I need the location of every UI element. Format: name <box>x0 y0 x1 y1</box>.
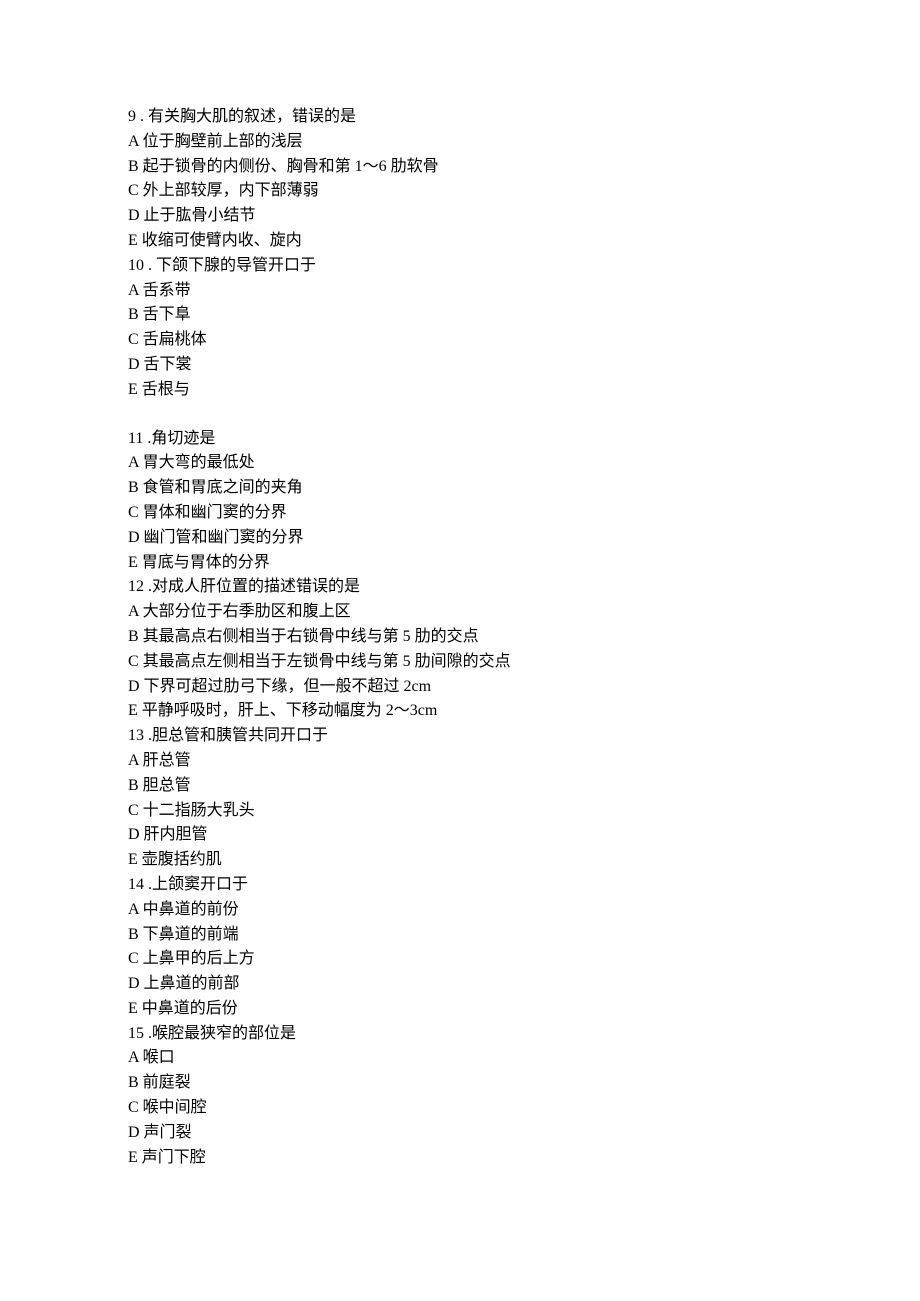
question-15: 15 .喉腔最狭窄的部位是 A 喉口 B 前庭裂 C 喉中间腔 D 声门裂 E … <box>128 1022 920 1171</box>
question-11: 11 .角切迹是 A 胃大弯的最低处 B 食管和胃底之间的夹角 C 胃体和幽门窦… <box>128 427 920 576</box>
option-a: A 大部分位于右季肋区和腹上区 <box>128 600 920 625</box>
question-number: 13 <box>128 727 144 744</box>
option-d: D 止于肱骨小结节 <box>128 204 920 229</box>
option-d: D 下界可超过肋弓下缘，但一般不超过 2cm <box>128 675 920 700</box>
question-number: 9 <box>128 108 136 125</box>
question-sep: . <box>144 578 152 595</box>
question-text: 胆总管和胰管共同开口于 <box>152 727 328 744</box>
option-b: B 前庭裂 <box>128 1071 920 1096</box>
option-c: C 十二指肠大乳头 <box>128 799 920 824</box>
option-d: D 幽门管和幽门窦的分界 <box>128 526 920 551</box>
option-a: A 舌系带 <box>128 279 920 304</box>
option-a: A 中鼻道的前份 <box>128 898 920 923</box>
question-stem: 14 .上颌窦开口于 <box>128 873 920 898</box>
section-gap <box>128 403 920 427</box>
option-c: C 上鼻甲的后上方 <box>128 947 920 972</box>
option-b: B 下鼻道的前端 <box>128 923 920 948</box>
question-stem: 11 .角切迹是 <box>128 427 920 452</box>
option-b: B 舌下阜 <box>128 303 920 328</box>
option-a: A 喉口 <box>128 1046 920 1071</box>
question-sep: . <box>136 108 148 125</box>
option-e: E 平静呼吸时，肝上、下移动幅度为 2～3cm <box>128 699 920 724</box>
option-c: C 喉中间腔 <box>128 1096 920 1121</box>
option-e: E 舌根与 <box>128 378 920 403</box>
option-c: C 胃体和幽门窦的分界 <box>128 501 920 526</box>
question-number: 10 <box>128 257 144 274</box>
option-c: C 舌扁桃体 <box>128 328 920 353</box>
question-10: 10 . 下颌下腺的导管开口于 A 舌系带 B 舌下阜 C 舌扁桃体 D 舌下裳… <box>128 254 920 403</box>
option-d: D 舌下裳 <box>128 353 920 378</box>
question-sep: . <box>144 1025 152 1042</box>
question-text: 下颌下腺的导管开口于 <box>156 257 316 274</box>
option-a: A 胃大弯的最低处 <box>128 451 920 476</box>
question-text: 上颌窦开口于 <box>152 876 248 893</box>
option-c: C 其最高点左侧相当于左锁骨中线与第 5 肋间隙的交点 <box>128 650 920 675</box>
question-stem: 9 . 有关胸大肌的叙述，错误的是 <box>128 105 920 130</box>
option-d: D 肝内胆管 <box>128 823 920 848</box>
question-stem: 13 .胆总管和胰管共同开口于 <box>128 724 920 749</box>
option-e: E 壶腹括约肌 <box>128 848 920 873</box>
option-d: D 声门裂 <box>128 1121 920 1146</box>
question-stem: 15 .喉腔最狭窄的部位是 <box>128 1022 920 1047</box>
question-number: 12 <box>128 578 144 595</box>
question-14: 14 .上颌窦开口于 A 中鼻道的前份 B 下鼻道的前端 C 上鼻甲的后上方 D… <box>128 873 920 1022</box>
option-a: A 肝总管 <box>128 749 920 774</box>
option-e: E 声门下腔 <box>128 1146 920 1171</box>
option-e: E 中鼻道的后份 <box>128 997 920 1022</box>
option-b: B 食管和胃底之间的夹角 <box>128 476 920 501</box>
option-c: C 外上部较厚，内下部薄弱 <box>128 179 920 204</box>
question-sep: . <box>144 876 152 893</box>
question-number: 11 <box>128 430 143 447</box>
option-e: E 收缩可使臂内收、旋内 <box>128 229 920 254</box>
question-sep: . <box>144 257 156 274</box>
question-text: 有关胸大肌的叙述，错误的是 <box>148 108 356 125</box>
option-b: B 胆总管 <box>128 774 920 799</box>
question-9: 9 . 有关胸大肌的叙述，错误的是 A 位于胸壁前上部的浅层 B 起于锁骨的内侧… <box>128 105 920 254</box>
question-stem: 10 . 下颌下腺的导管开口于 <box>128 254 920 279</box>
question-number: 15 <box>128 1025 144 1042</box>
question-stem: 12 .对成人肝位置的描述错误的是 <box>128 575 920 600</box>
option-a: A 位于胸壁前上部的浅层 <box>128 130 920 155</box>
question-text: 对成人肝位置的描述错误的是 <box>152 578 360 595</box>
question-sep: . <box>144 727 152 744</box>
option-b: B 起于锁骨的内侧份、胸骨和第 1～6 肋软骨 <box>128 155 920 180</box>
option-e: E 胃底与胃体的分界 <box>128 551 920 576</box>
question-13: 13 .胆总管和胰管共同开口于 A 肝总管 B 胆总管 C 十二指肠大乳头 D … <box>128 724 920 873</box>
question-12: 12 .对成人肝位置的描述错误的是 A 大部分位于右季肋区和腹上区 B 其最高点… <box>128 575 920 724</box>
question-text: 喉腔最狭窄的部位是 <box>152 1025 296 1042</box>
question-number: 14 <box>128 876 144 893</box>
option-b: B 其最高点右侧相当于右锁骨中线与第 5 肋的交点 <box>128 625 920 650</box>
option-d: D 上鼻道的前部 <box>128 972 920 997</box>
question-text: 角切迹是 <box>151 430 215 447</box>
